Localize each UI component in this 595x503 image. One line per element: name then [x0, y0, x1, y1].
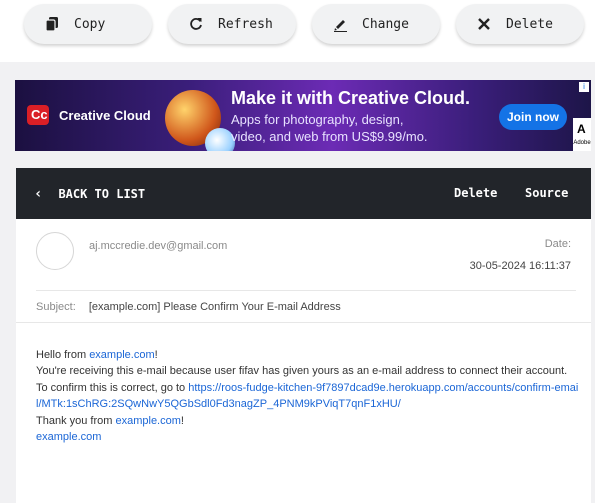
subject-text: [example.com] Please Confirm Your E-mail… [88, 301, 341, 313]
copy-label: Copy [74, 16, 106, 32]
change-button[interactable]: Change [312, 4, 440, 44]
refresh-button[interactable]: Refresh [168, 4, 296, 44]
pen-icon [332, 16, 348, 32]
ad-headline: Make it with Creative Cloud. [231, 88, 471, 108]
change-label: Change [362, 16, 409, 32]
divider [36, 290, 576, 291]
back-label: BACK TO LIST [58, 187, 146, 201]
subject-label: Subject: [36, 301, 76, 313]
message-header: ‹ BACK TO LIST Delete Source [16, 168, 591, 219]
back-to-list-button[interactable]: ‹ BACK TO LIST [34, 186, 145, 202]
message-source-button[interactable]: Source [525, 186, 568, 200]
body-line: Thank you from example.com! [36, 414, 184, 427]
ad-banner[interactable]: Cc Creative Cloud Make it with Creative … [15, 80, 591, 151]
refresh-icon [188, 16, 204, 32]
ad-brand: Creative Cloud [59, 108, 151, 123]
message-delete-button[interactable]: Delete [454, 186, 497, 200]
date-value: 30-05-2024 16:11:37 [469, 260, 571, 272]
copy-button[interactable]: Copy [24, 4, 152, 44]
delete-button[interactable]: Delete [456, 4, 584, 44]
delete-label: Delete [506, 16, 553, 32]
subject-row: Subject: [example.com] Please Confirm Yo… [36, 301, 341, 313]
refresh-label: Refresh [218, 16, 273, 32]
adobe-logo-icon: A Adobe [573, 118, 591, 151]
close-icon [476, 16, 492, 32]
avatar [36, 232, 74, 270]
example-com-link[interactable]: example.com [89, 349, 154, 361]
message-meta: aj.mccredie.dev@gmail.com Date: 30-05-20… [16, 219, 591, 292]
ad-info-icon[interactable]: i [579, 82, 589, 92]
body-line: You're receiving this e-mail because use… [36, 365, 568, 378]
divider [16, 322, 591, 323]
creative-cloud-logo-icon: Cc [27, 105, 49, 125]
message-body: Hello from example.com! You're receiving… [36, 347, 581, 445]
message-card: ‹ BACK TO LIST Delete Source aj.mccredie… [16, 168, 591, 503]
body-line: Hello from example.com! [36, 349, 158, 361]
body-line: To confirm this is correct, go to https:… [36, 381, 579, 411]
copy-icon [44, 16, 60, 32]
sender-address: aj.mccredie.dev@gmail.com [89, 240, 228, 252]
ad-subtext: Apps for photography, design, video, and… [231, 112, 428, 144]
body-line: example.com [36, 429, 581, 445]
example-com-link[interactable]: example.com [115, 415, 180, 427]
chevron-left-icon: ‹ [34, 186, 43, 202]
top-toolbar: Copy Refresh Change Delete [0, 0, 595, 62]
date-label: Date: [544, 238, 571, 250]
ad-join-button[interactable]: Join now [499, 104, 567, 130]
signature-link[interactable]: example.com [36, 431, 101, 443]
